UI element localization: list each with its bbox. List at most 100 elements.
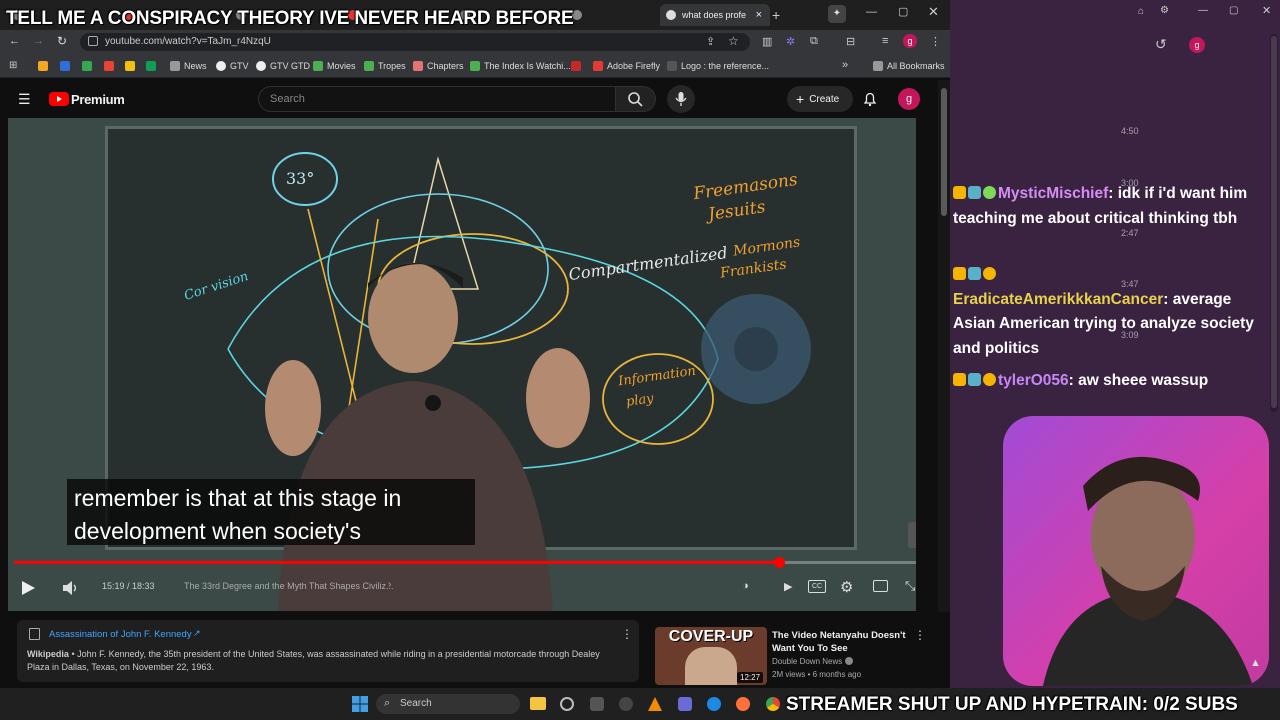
minimize-icon[interactable]: — — [866, 6, 877, 18]
bookmark-icon-only[interactable] — [38, 57, 48, 75]
more-options-icon[interactable]: ⋮ — [914, 628, 926, 642]
firefox-icon[interactable] — [736, 697, 750, 711]
seek-bar-scrubber[interactable] — [773, 557, 785, 568]
apps-icon[interactable]: ⊞ — [9, 60, 17, 71]
taskbar-app-icon[interactable] — [560, 697, 574, 711]
install-app-icon[interactable]: ⇪ — [706, 35, 715, 48]
search-button[interactable] — [616, 86, 656, 112]
tab-search-icon[interactable]: ⊟ — [846, 35, 855, 48]
site-info-icon[interactable] — [88, 36, 98, 46]
next-icon[interactable]: ▶ — [784, 580, 792, 593]
bookmark-logo-reference[interactable]: Logo : the reference... — [667, 57, 769, 75]
captions-icon[interactable]: CC — [808, 580, 826, 593]
ai-sparkle-icon[interactable]: ✦ — [828, 5, 846, 23]
bookmark-adobe-firefly[interactable]: Adobe Firefly — [593, 57, 660, 75]
bookmark-icon-only[interactable] — [146, 57, 156, 75]
miniplayer-icon[interactable] — [873, 580, 888, 592]
globe-icon — [666, 10, 676, 20]
forward-icon[interactable]: → — [33, 35, 44, 47]
reload-icon[interactable]: ↻ — [57, 34, 67, 48]
bookmark-icon-only[interactable] — [82, 57, 92, 75]
chat-scroll-up-icon[interactable]: ▲ — [1250, 657, 1261, 669]
reading-list-icon[interactable]: ≡ — [882, 35, 888, 47]
search-icon — [628, 92, 643, 107]
bookmark-index[interactable]: The Index Is Watchi... — [470, 57, 571, 75]
bookmark-chapters[interactable]: Chapters — [413, 57, 464, 75]
context-card[interactable]: Assassination of John F. Kennedy ↗ ⋮ Wik… — [17, 620, 639, 682]
all-bookmarks[interactable]: All Bookmarks — [873, 57, 945, 75]
back-icon[interactable]: ← — [9, 35, 20, 47]
extension-icon[interactable]: ▥ — [762, 35, 772, 48]
maximize-icon[interactable]: ▢ — [898, 5, 908, 18]
tab-active[interactable]: what does profe × — [660, 4, 770, 26]
close-window-icon[interactable]: ✕ — [1262, 4, 1271, 17]
volume-button[interactable] — [61, 580, 79, 601]
voice-search-button[interactable] — [667, 85, 695, 113]
maximize-icon[interactable]: ▢ — [1229, 5, 1238, 16]
play-button[interactable] — [19, 579, 37, 602]
chapter-chevron-icon[interactable]: › — [388, 579, 391, 590]
context-card-title[interactable]: Assassination of John F. Kennedy — [49, 629, 192, 640]
recommended-thumbnail[interactable]: COVER-UP 12:27 — [655, 627, 767, 685]
thumbnail-face — [685, 647, 737, 685]
seek-bar[interactable] — [14, 557, 916, 568]
recommended-channel[interactable]: Double Down News — [772, 657, 853, 666]
bookmark-icon-only[interactable] — [104, 57, 114, 75]
history-icon[interactable]: ↺ — [1155, 36, 1167, 53]
file-explorer-icon[interactable] — [530, 697, 546, 710]
notifications-button[interactable] — [861, 90, 879, 113]
home-icon[interactable]: ⌂ — [1138, 6, 1144, 17]
more-options-icon[interactable]: ⋮ — [621, 627, 633, 641]
bookmark-icon-only[interactable] — [125, 57, 135, 75]
taskbar-app-icon[interactable] — [619, 697, 633, 711]
crown-badge-icon — [953, 373, 966, 386]
bookmark-movies[interactable]: Movies — [313, 57, 356, 75]
windows-start-icon[interactable] — [352, 696, 368, 712]
bookmark-tropes[interactable]: Tropes — [364, 57, 406, 75]
settings-gear-icon[interactable]: ⚙ — [1160, 5, 1169, 16]
address-bar[interactable]: youtube.com/watch?v=TaJm_r4NzqU — [80, 33, 750, 51]
taskbar-search[interactable]: Search — [376, 694, 520, 714]
new-tab-icon[interactable]: + — [772, 7, 780, 23]
extension-icon[interactable]: ✲ — [786, 35, 795, 48]
more-bookmarks-icon[interactable]: » — [842, 59, 848, 71]
bookmark-icon-only[interactable] — [571, 57, 581, 75]
play-icon — [22, 581, 35, 595]
bookmark-gtv-gtd[interactable]: GTV GTD — [256, 57, 310, 75]
external-link-icon[interactable]: ↗ — [193, 628, 201, 639]
settings-gear-icon[interactable]: ⚙ — [840, 578, 853, 596]
recommended-title-line-1: The Video Netanyahu Doesn't — [772, 630, 906, 641]
extensions-puzzle-icon[interactable]: ⧉ — [810, 35, 818, 48]
bookmark-news[interactable]: News — [170, 57, 207, 75]
close-window-icon[interactable]: ✕ — [928, 4, 939, 20]
chat-scrollbar[interactable] — [1270, 34, 1278, 412]
chrome-icon[interactable] — [766, 697, 780, 711]
search-input[interactable]: Search — [258, 86, 616, 112]
chat-scrollbar-thumb[interactable] — [1271, 36, 1277, 408]
bookmark-icon-only[interactable] — [60, 57, 70, 75]
tab-6[interactable] — [566, 4, 656, 26]
close-tab-icon[interactable]: × — [756, 9, 762, 21]
youtube-logo-icon[interactable] — [49, 92, 69, 106]
bookmark-gtv[interactable]: GTV — [216, 57, 249, 75]
time-display: 15:19 / 18:33 — [102, 581, 155, 591]
edge-icon[interactable] — [707, 697, 721, 711]
scrollbar-thumb[interactable] — [941, 88, 947, 216]
browser-menu-icon[interactable]: ⋮ — [930, 35, 941, 48]
taskbar-app-icon[interactable] — [590, 697, 604, 711]
active-tab-title: what does profe — [682, 10, 747, 20]
recommended-title[interactable]: The Video Netanyahu Doesn't Want You To … — [772, 629, 912, 655]
autoplay-toggle[interactable]: ◑ — [742, 580, 749, 592]
page-scrollbar[interactable] — [938, 80, 950, 688]
fullscreen-icon[interactable]: ⤡ — [905, 578, 915, 594]
create-button[interactable]: + Create — [787, 86, 853, 112]
hamburger-menu-icon[interactable]: ☰ — [18, 91, 31, 108]
profile-avatar[interactable]: g — [903, 34, 917, 48]
bookmark-star-icon[interactable]: ☆ — [728, 34, 739, 48]
minimize-icon[interactable]: — — [1198, 5, 1208, 16]
chapter-title[interactable]: The 33rd Degree and the Myth That Shapes… — [184, 581, 393, 591]
taskbar-app-icon[interactable] — [678, 697, 692, 711]
annotation-thumbnail[interactable] — [908, 522, 916, 548]
chat-profile-avatar[interactable]: g — [1189, 37, 1205, 53]
account-avatar[interactable]: g — [898, 88, 920, 110]
